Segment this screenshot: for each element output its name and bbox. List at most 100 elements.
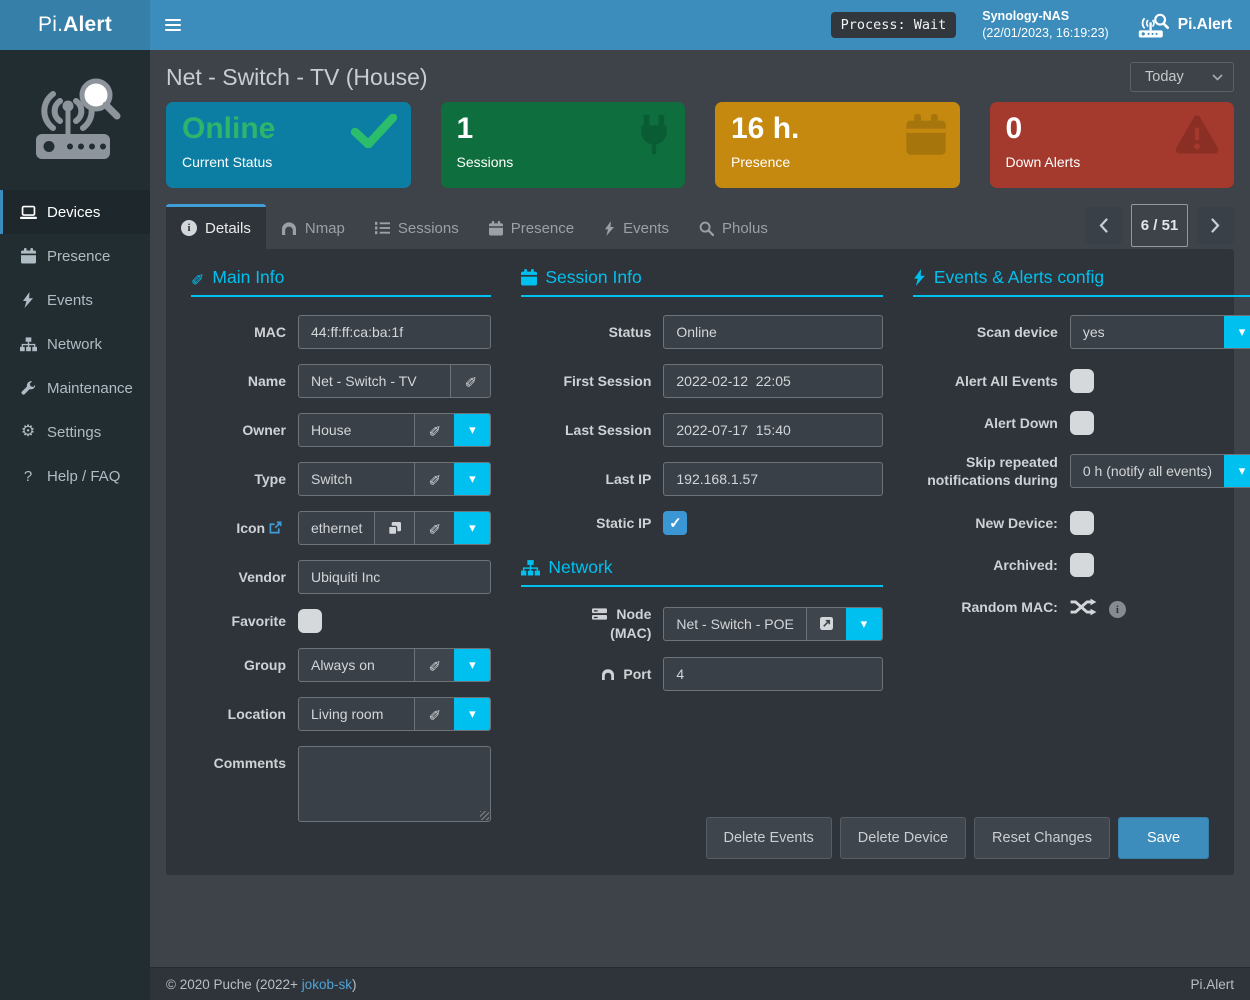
comments-textarea[interactable] — [298, 746, 491, 822]
edit-type-button[interactable]: ✎ — [414, 463, 454, 495]
pencil-icon: ✎ — [191, 268, 204, 288]
edit-owner-button[interactable]: ✎ — [414, 414, 454, 446]
prev-device-button[interactable] — [1085, 207, 1122, 244]
sidebar-item-label: Devices — [47, 204, 100, 221]
sidebar-item-maintenance[interactable]: Maintenance — [0, 366, 150, 410]
open-node-button[interactable] — [806, 608, 846, 640]
caret-down-icon: ▾ — [469, 657, 476, 673]
tab-label: Presence — [511, 220, 574, 237]
scan-device-select[interactable]: yes — [1071, 316, 1224, 348]
session-info-section: Session Info Status Online First Session… — [521, 267, 882, 837]
reset-changes-button[interactable]: Reset Changes — [974, 817, 1110, 859]
caret-down-icon: ▾ — [469, 471, 476, 487]
sidebar-logo — [0, 50, 150, 190]
card-down-alerts[interactable]: 0 Down Alerts — [990, 102, 1235, 188]
tabbar: i Details Nmap Sessions Presence — [166, 204, 1234, 249]
pencil-icon: ✎ — [429, 470, 442, 488]
pialert-app: Pi.Alert Process: Wait Synology-NAS (22/… — [0, 0, 1250, 1000]
sidebar-item-devices[interactable]: Devices — [0, 190, 150, 234]
search-icon — [699, 221, 714, 236]
sidebar-item-help[interactable]: ? Help / FAQ — [0, 454, 150, 498]
type-dropdown-button[interactable]: ▾ — [454, 463, 490, 495]
card-current-status[interactable]: Online Current Status — [166, 102, 411, 188]
edit-icon-button[interactable]: ✎ — [414, 512, 454, 544]
group-input[interactable]: Always on — [299, 649, 414, 681]
vendor-input[interactable]: Ubiquiti Inc — [299, 561, 490, 593]
chevron-down-icon — [1212, 74, 1223, 81]
brand-logo[interactable]: Pi.Alert — [0, 0, 150, 50]
type-input[interactable]: Switch — [299, 463, 414, 495]
card-presence[interactable]: 16 h. Presence — [715, 102, 960, 188]
archived-checkbox[interactable] — [1070, 553, 1094, 577]
owner-dropdown-button[interactable]: ▾ — [454, 414, 490, 446]
name-input[interactable]: Net - Switch - TV — [299, 365, 450, 397]
first-session-input[interactable]: 2022-02-12 22:05 — [664, 365, 881, 397]
info-icon: i — [1109, 601, 1126, 618]
skip-notifications-select[interactable]: 0 h (notify all events) — [1071, 455, 1224, 487]
calendar-icon — [906, 114, 946, 161]
device-position-indicator: 6 / 51 — [1131, 204, 1188, 247]
field-comments: Comments — [191, 746, 491, 822]
alert-down-checkbox[interactable] — [1070, 411, 1094, 435]
static-ip-checkbox[interactable]: ✓ — [663, 511, 687, 535]
port-input[interactable]: 4 — [664, 658, 881, 690]
tab-presence[interactable]: Presence — [474, 204, 589, 249]
tab-sessions[interactable]: Sessions — [360, 204, 474, 249]
node-mac-input[interactable]: Net - Switch - POE — [664, 608, 805, 640]
field-node-mac: Node (MAC) Net - Switch - POE ▾ — [521, 605, 882, 642]
edit-name-button[interactable]: ✎ — [450, 365, 490, 397]
last-session-input[interactable]: 2022-07-17 15:40 — [664, 414, 881, 446]
group-dropdown-button[interactable]: ▾ — [454, 649, 490, 681]
edit-location-button[interactable]: ✎ — [414, 698, 454, 730]
sidebar-toggle-button[interactable] — [150, 0, 196, 50]
field-skip-notifications: Skip repeated notifications during 0 h (… — [913, 453, 1250, 489]
edit-group-button[interactable]: ✎ — [414, 649, 454, 681]
tab-nmap[interactable]: Nmap — [266, 204, 360, 249]
sitemap-icon — [521, 560, 540, 576]
jokob-sk-link[interactable]: jokob-sk — [302, 977, 352, 992]
scan-device-dropdown-button[interactable]: ▾ — [1224, 316, 1250, 348]
card-sessions[interactable]: 1 Sessions — [441, 102, 686, 188]
skip-notifications-dropdown-button[interactable]: ▾ — [1224, 455, 1250, 487]
sidebar-item-events[interactable]: Events — [0, 278, 150, 322]
field-last-session: Last Session 2022-07-17 15:40 — [521, 413, 882, 447]
icon-dropdown-button[interactable]: ▾ — [454, 512, 490, 544]
location-dropdown-button[interactable]: ▾ — [454, 698, 490, 730]
shuffle-icon — [1070, 598, 1097, 616]
sidebar-item-settings[interactable]: ⚙ Settings — [0, 410, 150, 454]
bolt-icon — [604, 221, 615, 236]
check-icon — [351, 114, 397, 153]
caret-down-icon: ▾ — [469, 706, 476, 722]
status-input[interactable]: Online — [664, 316, 881, 348]
alert-all-events-checkbox[interactable] — [1070, 369, 1094, 393]
node-dropdown-button[interactable]: ▾ — [846, 608, 882, 640]
delete-events-button[interactable]: Delete Events — [706, 817, 832, 859]
location-input[interactable]: Living room — [299, 698, 414, 730]
card-label: Current Status — [182, 154, 395, 170]
field-random-mac: Random MAC: i — [913, 595, 1250, 618]
next-device-button[interactable] — [1197, 207, 1234, 244]
tab-events[interactable]: Events — [589, 204, 684, 249]
copy-icon-button[interactable] — [374, 512, 414, 544]
sidebar-item-network[interactable]: Network — [0, 322, 150, 366]
tab-details[interactable]: i Details — [166, 204, 266, 249]
field-alert-all-events: Alert All Events — [913, 369, 1250, 393]
save-button[interactable]: Save — [1118, 817, 1209, 859]
favorite-checkbox[interactable] — [298, 609, 322, 633]
nav-app-link[interactable]: Pi.Alert — [1137, 11, 1232, 39]
sidebar-item-presence[interactable]: Presence — [0, 234, 150, 278]
field-favorite: Favorite — [191, 609, 491, 633]
delete-device-button[interactable]: Delete Device — [840, 817, 966, 859]
tab-label: Pholus — [722, 220, 768, 237]
icon-input[interactable]: ethernet — [299, 512, 374, 544]
owner-input[interactable]: House — [299, 414, 414, 446]
mac-input[interactable]: 44:ff:ff:ca:ba:1f — [299, 316, 490, 348]
new-device-checkbox[interactable] — [1070, 511, 1094, 535]
field-port: Port 4 — [521, 657, 882, 691]
field-last-ip: Last IP 192.168.1.57 — [521, 462, 882, 496]
field-vendor: Vendor Ubiquiti Inc — [191, 560, 491, 594]
tab-pholus[interactable]: Pholus — [684, 204, 783, 249]
external-link-icon[interactable] — [269, 521, 282, 534]
last-ip-input[interactable]: 192.168.1.57 — [664, 463, 881, 495]
period-selector[interactable]: Today — [1130, 62, 1234, 92]
